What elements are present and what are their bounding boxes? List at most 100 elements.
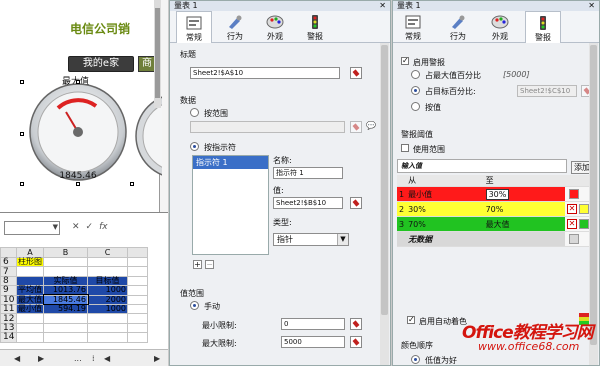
- next-sheet-icon[interactable]: ▶: [38, 354, 44, 363]
- to-cell[interactable]: 最大值: [483, 216, 565, 232]
- threshold-row[interactable]: 2 30% 70% ✕: [397, 201, 591, 217]
- from-cell[interactable]: 30%: [406, 201, 484, 217]
- close-icon[interactable]: ✕: [588, 1, 595, 11]
- color-swatch[interactable]: [578, 218, 589, 229]
- row-header[interactable]: 10: [0, 294, 17, 305]
- tab-behavior[interactable]: 行为: [441, 11, 475, 43]
- row-header[interactable]: 14: [0, 332, 17, 343]
- remove-indicator-button[interactable]: −: [205, 260, 214, 269]
- more-sheets-icon[interactable]: ...: [74, 354, 82, 363]
- tab-appearance[interactable]: 外观: [258, 11, 292, 43]
- cell-picker-icon[interactable]: [350, 197, 362, 209]
- gauge-widget[interactable]: [22, 82, 134, 182]
- resize-handle[interactable]: [130, 182, 134, 186]
- tab-alert[interactable]: 警报: [525, 11, 561, 43]
- name-box[interactable]: ▼: [4, 221, 60, 235]
- resize-handle[interactable]: [20, 80, 24, 84]
- tab-behavior[interactable]: 行为: [218, 11, 252, 43]
- appearance-icon: [266, 15, 284, 29]
- row-header[interactable]: 13: [0, 322, 17, 334]
- cell[interactable]: 柱形图: [16, 256, 44, 268]
- delete-icon[interactable]: ✕: [566, 219, 577, 230]
- by-value-radio[interactable]: [411, 102, 420, 111]
- pct-of-target-radio[interactable]: [411, 86, 420, 95]
- low-is-good-radio[interactable]: [411, 355, 420, 364]
- scroll-left-icon[interactable]: ◀: [104, 354, 110, 363]
- comment-icon[interactable]: 💬: [366, 121, 376, 130]
- row-header[interactable]: 7: [0, 266, 17, 277]
- by-indicator-radio[interactable]: [190, 142, 199, 151]
- color-swatch[interactable]: [578, 203, 589, 214]
- cell[interactable]: 目标值: [87, 275, 128, 287]
- title-input[interactable]: Sheet2!$A$10: [190, 67, 340, 79]
- color-swatch[interactable]: [568, 189, 579, 199]
- tab-general[interactable]: 常规: [176, 11, 212, 43]
- indicator-item[interactable]: 指示符 1: [193, 156, 268, 169]
- cell[interactable]: 实际值: [43, 275, 88, 287]
- from-cell[interactable]: 70%: [406, 216, 484, 232]
- row-header[interactable]: 8: [0, 275, 17, 287]
- threshold-row[interactable]: 1 最小值 30%: [397, 186, 591, 202]
- delete-icon[interactable]: ✕: [566, 204, 577, 215]
- indicator-list[interactable]: 指示符 1: [192, 155, 269, 255]
- left-area: 电信公司销 我的e家 商 最大值 1845.46: [0, 0, 168, 366]
- tab-general[interactable]: 常规: [395, 11, 431, 43]
- row-header[interactable]: 12: [0, 313, 17, 324]
- col-header[interactable]: B: [43, 247, 88, 258]
- resize-handle[interactable]: [20, 132, 24, 136]
- resize-handle[interactable]: [76, 182, 80, 186]
- by-range-radio[interactable]: [190, 108, 199, 117]
- row-header[interactable]: 11: [0, 303, 17, 315]
- cell[interactable]: 2000: [87, 294, 128, 305]
- tab-alert[interactable]: 警报: [298, 11, 332, 43]
- close-icon[interactable]: ✕: [379, 1, 386, 11]
- name-input[interactable]: 指示符 1: [273, 167, 343, 179]
- new-rule-input[interactable]: 输入值: [397, 159, 567, 173]
- cell[interactable]: 平均值: [16, 285, 44, 296]
- cell-picker-icon[interactable]: [350, 336, 362, 348]
- cell-grid[interactable]: A B C 6 柱形图 7 8 实际值 目标值 9 平均值 1013.76 1000 10 最…: [0, 247, 148, 343]
- fx-icon[interactable]: fx: [99, 222, 108, 232]
- cell[interactable]: [87, 256, 128, 268]
- chevron-down-icon[interactable]: ▼: [337, 234, 348, 245]
- tab-appearance[interactable]: 外观: [483, 11, 517, 43]
- from-cell[interactable]: 最小值: [406, 186, 484, 202]
- resize-handle[interactable]: [20, 182, 24, 186]
- panel-scrollbar[interactable]: [380, 43, 389, 365]
- target-ref-input: Sheet2!$C$10: [517, 85, 577, 97]
- color-swatch[interactable]: [568, 234, 579, 244]
- to-cell[interactable]: 70%: [483, 201, 565, 217]
- dashboard-scrollbar[interactable]: [154, 0, 161, 108]
- manual-radio[interactable]: [190, 301, 199, 310]
- selected-cell[interactable]: 1845.46: [42, 294, 89, 306]
- threshold-row[interactable]: 3 70% 最大值 ✕: [397, 216, 591, 232]
- panel-scrollbar[interactable]: [589, 43, 598, 365]
- max-limit-input[interactable]: 5000: [281, 336, 345, 348]
- col-header[interactable]: A: [16, 247, 44, 258]
- enable-alert-checkbox[interactable]: ✓: [401, 57, 409, 65]
- type-select[interactable]: 指针 ▼: [273, 233, 349, 246]
- cell[interactable]: 1013.76: [43, 285, 88, 296]
- pct-of-max-radio[interactable]: [411, 70, 420, 79]
- cell[interactable]: 594.19: [43, 303, 88, 315]
- add-indicator-button[interactable]: +: [193, 260, 202, 269]
- my-ehome-button[interactable]: 我的e家: [68, 56, 134, 72]
- col-header[interactable]: C: [87, 247, 128, 258]
- cell[interactable]: 1000: [87, 285, 128, 296]
- to-cell[interactable]: 30%: [483, 186, 565, 202]
- auto-color-checkbox[interactable]: ✓: [407, 316, 415, 324]
- traffic-light-icon: [540, 16, 546, 30]
- value-input[interactable]: Sheet2!$B$10: [273, 197, 343, 209]
- cell[interactable]: 1000: [87, 303, 128, 315]
- row-header[interactable]: 9: [0, 285, 17, 296]
- resize-handle[interactable]: [76, 80, 80, 84]
- min-limit-input[interactable]: 0: [281, 318, 345, 330]
- use-range-checkbox[interactable]: [401, 144, 409, 152]
- cell-picker-icon[interactable]: [350, 318, 362, 330]
- row-header[interactable]: 6: [0, 256, 17, 268]
- scroll-right-icon[interactable]: ▶: [154, 354, 160, 363]
- cell[interactable]: [43, 256, 88, 268]
- cell-picker-icon[interactable]: [350, 67, 362, 79]
- prev-sheet-icon[interactable]: ◀: [14, 354, 20, 363]
- cell[interactable]: 最小值: [16, 303, 44, 315]
